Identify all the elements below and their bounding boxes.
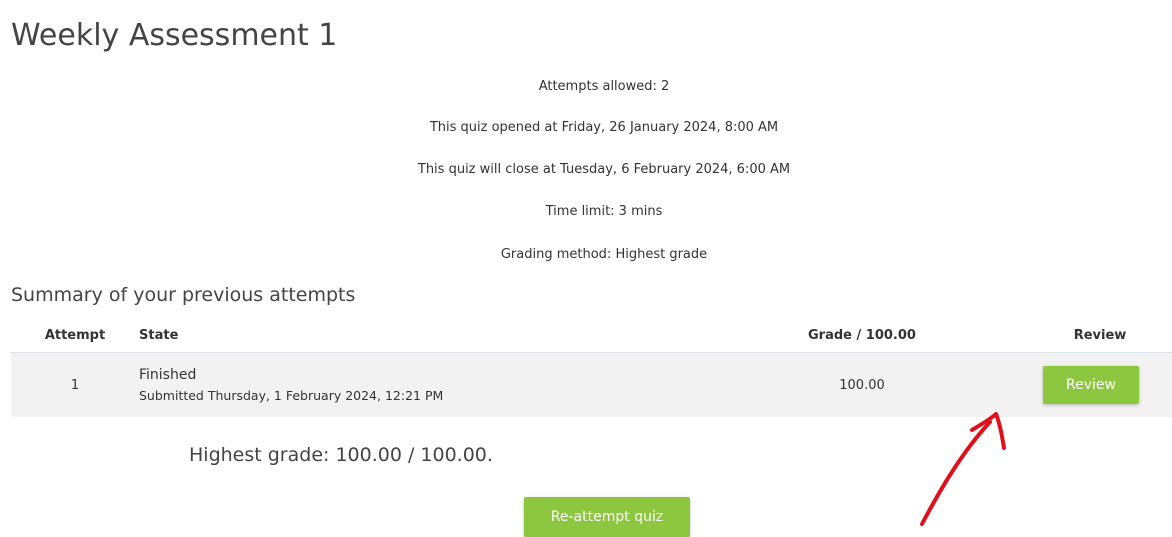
attempt-review-cell: Review <box>1028 352 1172 417</box>
arrow-shaft <box>920 420 992 526</box>
red-arrow-icon <box>920 412 1006 526</box>
attempt-state: Finished <box>139 367 197 383</box>
attempts-allowed-text: Attempts allowed: 2 <box>538 79 670 94</box>
review-button[interactable]: Review <box>1043 366 1139 404</box>
column-header-attempt: Attempt <box>11 318 139 353</box>
table-header-row: Attempt State Grade / 100.00 Review <box>11 318 1172 353</box>
time-limit-text: Time limit: 3 mins <box>545 204 663 219</box>
column-header-review: Review <box>1028 318 1172 353</box>
column-header-state: State <box>139 318 696 353</box>
attempt-number: 1 <box>11 352 139 417</box>
highest-grade-text: Highest grade: 100.00 / 100.00. <box>189 444 493 466</box>
quiz-close-text: This quiz will close at Tuesday, 6 Febru… <box>417 162 791 177</box>
attempt-state-cell: Finished Submitted Thursday, 1 February … <box>139 352 696 417</box>
attempt-submitted-date: Submitted Thursday, 1 February 2024, 12:… <box>139 388 444 403</box>
page-title: Weekly Assessment 1 <box>11 18 338 53</box>
quiz-opened-text: This quiz opened at Friday, 26 January 2… <box>429 120 779 135</box>
grading-method-text: Grading method: Highest grade <box>500 247 708 262</box>
reattempt-quiz-button[interactable]: Re-attempt quiz <box>524 497 690 537</box>
arrow-head <box>970 412 1006 450</box>
summary-heading: Summary of your previous attempts <box>11 284 356 306</box>
column-header-grade: Grade / 100.00 <box>696 318 1028 353</box>
